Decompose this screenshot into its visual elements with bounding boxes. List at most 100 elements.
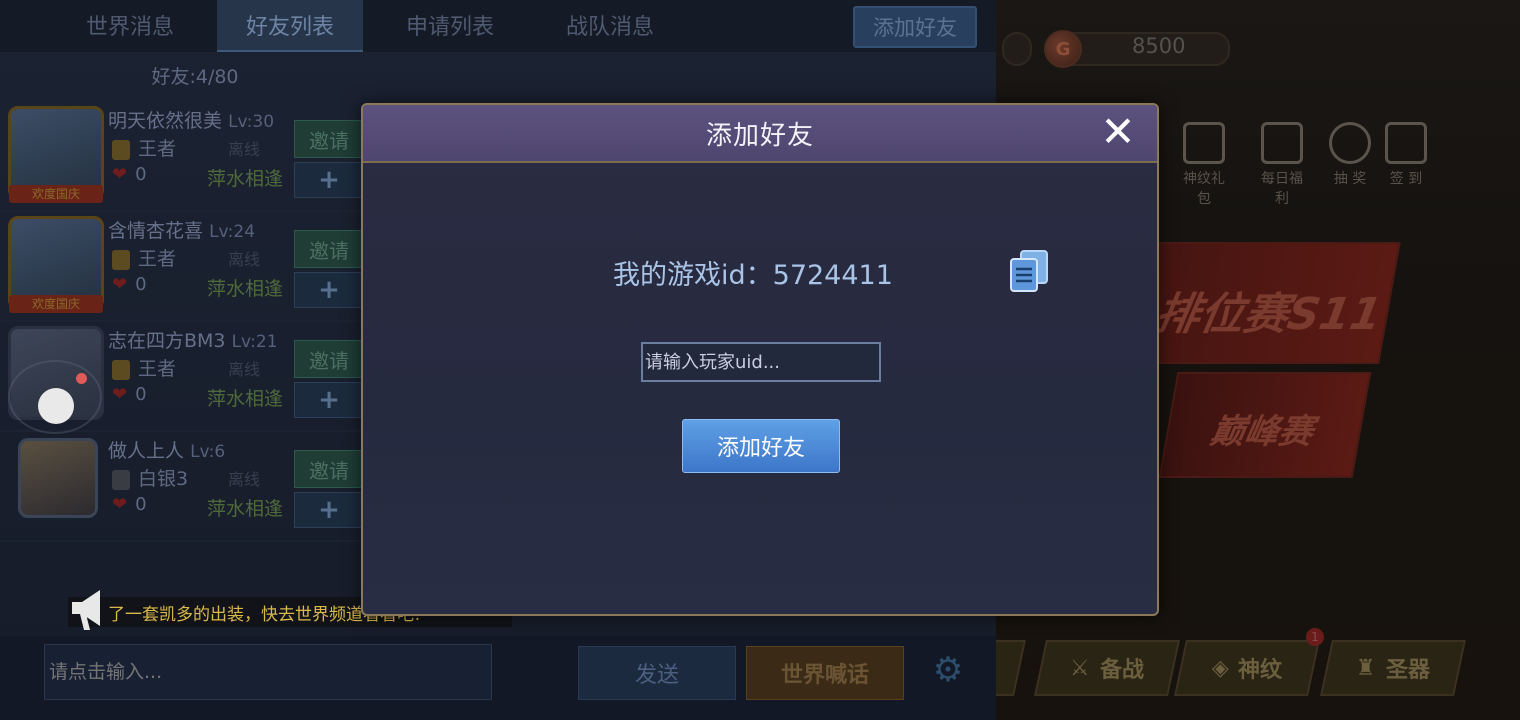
avatar: 欢度国庆 <box>8 106 104 203</box>
add-friend-top-button[interactable]: 添加好友 <box>853 6 977 48</box>
plus-button[interactable]: + <box>294 492 364 528</box>
rank-text: 白银3 <box>138 468 189 490</box>
gift-icon <box>1261 122 1303 164</box>
send-button[interactable]: 发送 <box>578 646 736 700</box>
invite-button[interactable]: 邀请 <box>294 340 364 378</box>
tab-bar: 世界消息 好友列表 申请列表 战队消息 添加好友 <box>0 0 996 52</box>
friend-name-text: 含情杏花喜 <box>108 220 204 242</box>
tab-world-messages[interactable]: 世界消息 <box>57 0 203 50</box>
rank-icon <box>112 469 130 490</box>
friend-name-text: 明天依然很美 <box>108 110 223 132</box>
heart-icon: ❤ <box>112 384 128 405</box>
my-id-value: 5724411 <box>772 260 893 291</box>
friend-rank: 王者 <box>112 134 176 161</box>
rank-icon <box>112 249 130 270</box>
avatar <box>18 438 98 518</box>
plus-button[interactable]: + <box>294 382 364 418</box>
rune-icon: ◈ <box>1211 655 1229 681</box>
add-friend-dialog: 添加好友 ✕ 我的游戏id：5724411 添加好友 <box>361 103 1159 616</box>
friend-status: 离线 <box>228 140 261 159</box>
friend-name-text: 做人上人 <box>108 440 185 462</box>
bottom-tab-label: 备战 <box>1099 658 1144 683</box>
likes-count: 0 <box>135 384 147 405</box>
friend-level: Lv:30 <box>228 112 275 132</box>
friend-likes: ❤ 0 <box>112 494 147 515</box>
friend-relation: 萍水相逢 <box>207 388 284 410</box>
friend-name: 明天依然很美 Lv:30 <box>108 106 274 133</box>
notification-badge: 1 <box>1306 628 1324 646</box>
friend-row[interactable]: 做人上人 Lv:6 白银3 离线 ❤ 0 萍水相逢 邀请 + <box>0 430 380 542</box>
world-shout-button[interactable]: 世界喊话 <box>746 646 904 700</box>
floating-assistant-ball[interactable] <box>38 388 74 424</box>
menu-label: 神纹礼包 <box>1183 171 1225 207</box>
lottery-menu[interactable]: 抽 奖 <box>1326 122 1374 188</box>
menu-label: 抽 奖 <box>1333 171 1367 187</box>
chat-input[interactable] <box>44 644 492 700</box>
plus-button[interactable]: + <box>294 162 364 198</box>
dialog-title: 添加好友 <box>705 120 814 151</box>
copy-icon[interactable] <box>1007 249 1051 295</box>
likes-count: 0 <box>135 164 147 185</box>
rune-gift-menu[interactable]: 神纹礼包 <box>1180 122 1228 208</box>
friend-level: Lv:24 <box>209 222 256 242</box>
invite-button[interactable]: 邀请 <box>294 120 364 158</box>
friend-name-text: 志在四方BM3 <box>108 330 226 352</box>
invite-button[interactable]: 邀请 <box>294 230 364 268</box>
friend-relation: 萍水相逢 <box>207 278 284 300</box>
rank-text: 王者 <box>138 138 177 160</box>
trophy-icon: ♜ <box>1356 655 1376 681</box>
friend-level: Lv:6 <box>190 442 226 462</box>
daily-welfare-menu[interactable]: 每日福利 <box>1258 122 1306 208</box>
friend-status: 离线 <box>228 250 261 269</box>
friend-row[interactable]: 欢度国庆 明天依然很美 Lv:30 王者 离线 ❤ 0 萍水相逢 邀请 + <box>0 100 380 212</box>
my-id-label: 我的游戏id： <box>613 260 773 291</box>
bottom-tab-prepare[interactable]: ⚔ 备战 <box>1034 640 1180 696</box>
my-game-id: 我的游戏id：5724411 <box>613 253 893 292</box>
tab-friend-list[interactable]: 好友列表 <box>217 0 363 52</box>
player-uid-input[interactable] <box>641 342 881 382</box>
heart-icon: ❤ <box>112 494 128 515</box>
friend-relation: 萍水相逢 <box>207 498 284 520</box>
likes-count: 0 <box>135 274 147 295</box>
checkin-icon <box>1385 122 1427 164</box>
rank-icon <box>112 359 130 380</box>
resource-pill <box>1002 32 1032 66</box>
megaphone-icon <box>72 590 100 630</box>
rank-icon <box>112 139 130 160</box>
rank-text: 王者 <box>138 248 177 270</box>
invite-button[interactable]: 邀请 <box>294 450 364 488</box>
friend-row[interactable]: 欢度国庆 含情杏花喜 Lv:24 王者 离线 ❤ 0 萍水相逢 邀请 + <box>0 210 380 322</box>
gear-icon[interactable]: ⚙ <box>930 652 966 688</box>
menu-label: 每日福利 <box>1261 171 1303 207</box>
friend-name: 做人上人 Lv:6 <box>108 436 225 463</box>
avatar-frame-label: 欢度国庆 <box>9 295 103 313</box>
avatar-frame-label: 欢度国庆 <box>9 185 103 203</box>
friend-rank: 白银3 <box>112 464 188 491</box>
rank-text: 王者 <box>138 358 177 380</box>
plus-button[interactable]: + <box>294 272 364 308</box>
tab-team-messages[interactable]: 战队消息 <box>537 0 683 50</box>
peak-banner-label: 巅峰赛 <box>1207 412 1317 452</box>
lottery-icon <box>1329 122 1371 164</box>
friend-status: 离线 <box>228 360 261 379</box>
close-icon[interactable]: ✕ <box>1097 111 1139 153</box>
friend-rank: 王者 <box>112 244 176 271</box>
bottom-tab-rune[interactable]: ◈ 神纹 <box>1174 640 1320 696</box>
bottom-tab-artifact[interactable]: ♜ 圣器 <box>1320 640 1466 696</box>
menu-label: 签 到 <box>1389 171 1423 187</box>
tab-requests[interactable]: 申请列表 <box>377 0 523 50</box>
friend-relation: 萍水相逢 <box>207 168 284 190</box>
gold-coin-icon: G <box>1044 30 1082 68</box>
likes-count: 0 <box>135 494 147 515</box>
checkin-menu[interactable]: 签 到 <box>1382 122 1430 188</box>
friend-name: 含情杏花喜 Lv:24 <box>108 216 255 243</box>
friend-likes: ❤ 0 <box>112 164 147 185</box>
peak-banner[interactable]: 巅峰赛 <box>1158 372 1372 478</box>
gold-amount: 8500 <box>1132 34 1186 58</box>
add-friend-button[interactable]: 添加好友 <box>682 419 840 473</box>
swords-icon: ⚔ <box>1070 655 1090 681</box>
bottom-tab-label: 神纹 <box>1238 658 1283 683</box>
friend-level: Lv:21 <box>231 332 278 352</box>
friend-name: 志在四方BM3 Lv:21 <box>108 326 278 353</box>
heart-icon: ❤ <box>112 274 128 295</box>
